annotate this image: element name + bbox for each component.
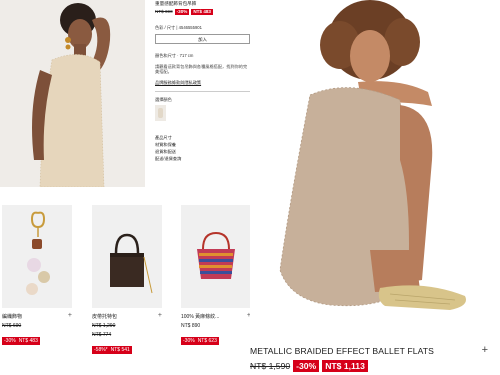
sale-price: NT$ 541 bbox=[110, 347, 130, 353]
product-name[interactable]: METALLIC BRAIDED EFFECT BALLET FLATS bbox=[250, 346, 500, 356]
meta-link[interactable]: 配送/退貨查詢 bbox=[155, 156, 250, 161]
sale-badge: -30% NT$ 483 bbox=[2, 337, 40, 345]
price-row: NT$ 1,590 -30% NT$ 1,113 bbox=[250, 360, 500, 372]
product-card[interactable]: 編織飾物 + NT$ 690 -30% NT$ 483 bbox=[2, 205, 72, 347]
plus-icon[interactable]: + bbox=[68, 312, 72, 320]
product-details-panel: 重量感配飾背包吊飾 NT$ 690 -30% NT$ 483 色彩 / 尺寸 |… bbox=[155, 0, 250, 190]
discount-badge: -30% bbox=[174, 8, 190, 15]
divider bbox=[155, 91, 250, 92]
sale-badge: -30% NT$ 623 bbox=[181, 337, 219, 345]
plus-icon[interactable]: + bbox=[158, 312, 162, 320]
original-price: NT$ 690 bbox=[2, 323, 22, 329]
product-image-charm[interactable] bbox=[2, 205, 72, 308]
product-title: 重量感配飾背包吊飾 bbox=[155, 1, 197, 6]
product-image-tote[interactable] bbox=[92, 205, 162, 308]
product-photo-ballet-flats[interactable] bbox=[250, 0, 500, 340]
meta-links: 產品尺寸 材質和保養 退貨和配送 配送/退貨查詢 bbox=[155, 135, 250, 161]
terms-link[interactable]: 品牌服務條款與隱私政策 bbox=[155, 80, 250, 85]
sale-price: NT$ 623 bbox=[197, 338, 217, 344]
original-price: NT$ 1,590 bbox=[250, 361, 291, 371]
featured-product-info: METALLIC BRAIDED EFFECT BALLET FLATS + N… bbox=[250, 345, 500, 372]
color-label: 色彩 / 尺寸 | 4546555901 bbox=[155, 24, 202, 30]
sale-badge: -58%* NT$ 541 bbox=[92, 346, 132, 354]
product-name[interactable]: 100% 黃麻條紋... bbox=[181, 313, 219, 320]
plus-icon[interactable]: + bbox=[482, 345, 488, 356]
discount-badge: -30% bbox=[183, 338, 195, 344]
sale-price: NT$ 1,113 bbox=[322, 360, 368, 372]
meta-link[interactable]: 材質和保養 bbox=[155, 142, 250, 147]
size-info: 顏色和尺寸 · 717 cm bbox=[155, 53, 194, 59]
original-price: NT$ 1,290 bbox=[92, 323, 116, 329]
product-image-jute-basket[interactable] bbox=[181, 205, 251, 308]
description-text: 請觀看這款背包吊飾與各種風格搭配，找到你的完美搭配。 bbox=[155, 63, 248, 75]
sale-price: NT$ 483 bbox=[191, 8, 213, 15]
intermediate-price: NT$ 774 bbox=[92, 332, 112, 338]
price-row: NT$ 690 -30% NT$ 483 bbox=[155, 8, 250, 15]
discount-badge: -58%* bbox=[94, 347, 108, 353]
product-photo-model bbox=[0, 0, 145, 187]
product-card[interactable]: 皮帶托特包 + NT$ 1,290 NT$ 774 -58%* NT$ 541 bbox=[92, 205, 162, 356]
add-to-bag-button[interactable]: 加入 bbox=[155, 34, 250, 45]
swatch-label: 選擇顏色 bbox=[155, 96, 172, 102]
meta-link[interactable]: 退貨和配送 bbox=[155, 149, 250, 154]
sale-price: NT$ 483 bbox=[18, 338, 38, 344]
color-swatch[interactable] bbox=[155, 105, 166, 122]
original-price: NT$ 890 bbox=[181, 323, 201, 329]
discount-badge: -30% bbox=[293, 360, 320, 372]
meta-link[interactable]: 產品尺寸 bbox=[155, 135, 250, 140]
original-price: NT$ 690 bbox=[155, 8, 173, 14]
product-name[interactable]: 皮帶托特包 bbox=[92, 313, 117, 320]
discount-badge: -30% bbox=[4, 338, 16, 344]
product-card[interactable]: 100% 黃麻條紋... + NT$ 890 -30% NT$ 623 bbox=[181, 205, 251, 347]
product-name[interactable]: 編織飾物 bbox=[2, 313, 22, 320]
